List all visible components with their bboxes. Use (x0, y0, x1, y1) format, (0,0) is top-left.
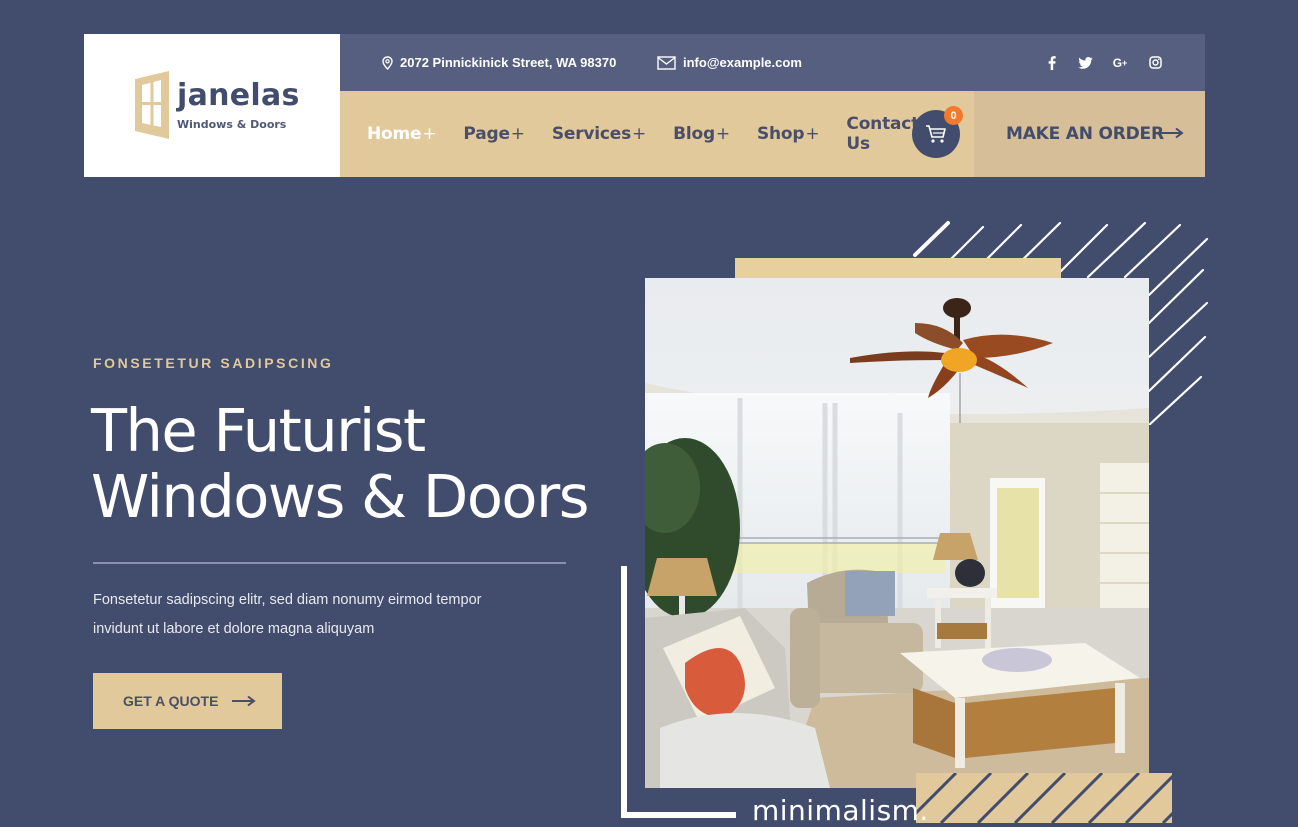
brand-name: janelas (177, 78, 300, 113)
hero-divider (93, 562, 566, 564)
address-text: 2072 Pinnickinick Street, WA 98370 (400, 55, 617, 70)
nav-label: Page (463, 124, 510, 144)
make-order-button[interactable]: MAKE AN ORDER (974, 91, 1205, 177)
living-room-illustration (645, 278, 1149, 788)
nav-item-blog[interactable]: Blog+ (673, 124, 730, 144)
hero-title-line-1: The Futurist (91, 396, 426, 465)
address-info: 2072 Pinnickinick Street, WA 98370 (382, 34, 616, 91)
top-info-bar: 2072 Pinnickinick Street, WA 98370 info@… (340, 34, 1205, 91)
twitter-icon[interactable] (1077, 55, 1093, 71)
nav-label: Home (367, 124, 422, 144)
map-pin-icon (382, 55, 393, 70)
decorative-stripes-bottom (916, 773, 1172, 823)
hero-description-line-2: invidunt ut labore et dolore magna aliqu… (93, 621, 375, 637)
nav-expand-icon: + (632, 124, 647, 144)
nav-label: Services (551, 124, 632, 144)
nav-label: Blog (673, 124, 715, 144)
envelope-icon (657, 55, 676, 70)
instagram-icon[interactable] (1147, 55, 1163, 71)
main-nav: Home+ Page+ Services+ Blog+ Shop+ Contac… (340, 91, 974, 177)
hero-description: Fonsetetur sadipscing elitr, sed diam no… (93, 586, 563, 644)
google-plus-icon[interactable]: G + (1110, 55, 1130, 71)
decorative-beige-block (735, 258, 1061, 280)
nav-label: Shop (756, 124, 805, 144)
nav-item-home[interactable]: Home+ (367, 124, 437, 144)
email-link[interactable]: info@example.com (683, 55, 802, 70)
brand-tagline: Windows & Doors (177, 118, 287, 131)
nav-label: Contact Us (846, 114, 920, 154)
hero-eyebrow: FONSETETUR SADIPSCING (93, 355, 334, 371)
hero-title-line-2: Windows & Doors (91, 462, 590, 531)
hero-description-line-1: Fonsetetur sadipscing elitr, sed diam no… (93, 592, 482, 608)
social-links: G + (1044, 34, 1163, 91)
nav-expand-icon: + (715, 124, 730, 144)
facebook-icon[interactable] (1044, 55, 1060, 71)
cart-count-badge: 0 (944, 106, 963, 125)
hero-title: The Futurist Windows & Doors (91, 398, 611, 530)
cart-icon (926, 125, 946, 143)
nav-item-services[interactable]: Services+ (552, 124, 646, 144)
nav-item-shop[interactable]: Shop+ (756, 124, 820, 144)
nav-item-page[interactable]: Page+ (463, 124, 525, 144)
window-icon (135, 71, 169, 139)
make-order-label: MAKE AN ORDER (1006, 124, 1164, 144)
nav-expand-icon: + (510, 124, 525, 144)
arrow-right-icon (1160, 127, 1184, 139)
get-quote-label: GET A QUOTE (123, 693, 219, 709)
logo[interactable]: janelas Windows & Doors (84, 34, 340, 177)
hero-image (645, 278, 1149, 788)
get-quote-button[interactable]: GET A QUOTE (93, 673, 282, 729)
arrow-right-icon (232, 695, 256, 707)
email-info[interactable]: info@example.com (657, 34, 802, 91)
nav-expand-icon: + (422, 124, 437, 144)
nav-expand-icon: + (805, 124, 820, 144)
image-caption: minimalism. (752, 794, 929, 827)
